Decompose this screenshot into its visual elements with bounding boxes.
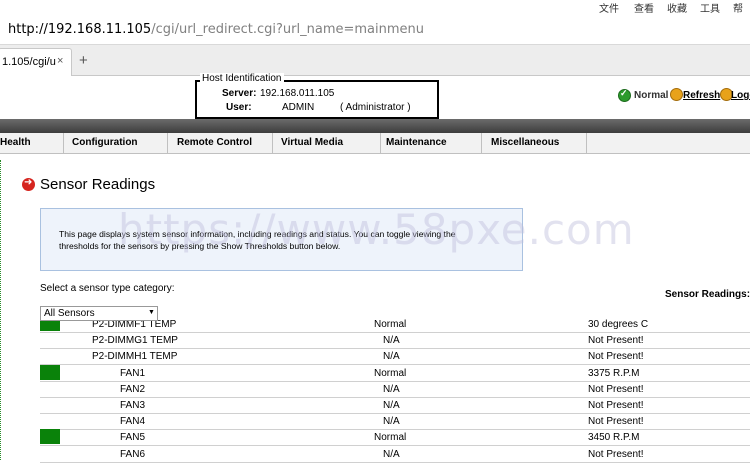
user-role: ( Administrator ) — [340, 102, 411, 113]
nav-maintenance[interactable]: Maintenance — [382, 133, 482, 153]
left-rule — [0, 160, 2, 460]
sensor-readings-count: Sensor Readings: 3 — [665, 289, 750, 300]
sensor-status: N/A — [383, 400, 400, 411]
tab-strip — [0, 45, 750, 76]
normal-status: Normal — [634, 90, 669, 101]
sensor-name: FAN1 — [120, 367, 146, 379]
sensor-reading: Not Present! — [588, 351, 644, 363]
tab-close-icon[interactable]: × — [57, 55, 63, 67]
sensor-name: FAN5 — [120, 432, 146, 444]
menu-favorites[interactable]: 收藏 — [667, 0, 687, 15]
sensor-reading: 3375 R.P.M — [588, 367, 640, 379]
menu-tools[interactable]: 工具 — [700, 0, 720, 15]
browser-tab-title[interactable]: 1.105/cgi/u — [2, 56, 56, 68]
status-ok-badge — [40, 429, 60, 445]
sensor-name: P2-DIMMH1 TEMP — [92, 351, 178, 363]
nav-virtual-media[interactable]: Virtual Media — [277, 133, 381, 153]
sensor-status: Normal — [374, 319, 407, 330]
select-label: Select a sensor type category: — [40, 283, 175, 294]
row-divider — [40, 461, 750, 463]
sensor-status: N/A — [383, 351, 400, 363]
row-divider — [40, 364, 750, 366]
sensor-name: FAN4 — [120, 416, 146, 428]
row-divider — [40, 445, 750, 447]
nav-configuration[interactable]: Configuration — [68, 133, 168, 153]
sensor-name: P2-DIMMG1 TEMP — [92, 335, 178, 347]
sensor-status: N/A — [383, 335, 400, 347]
sensor-status: N/A — [383, 448, 400, 460]
sensor-reading: Not Present! — [588, 448, 644, 460]
chevron-down-icon[interactable]: ▼ — [148, 309, 155, 316]
menu-view[interactable]: 查看 — [634, 0, 654, 15]
server-value: 192.168.011.105 — [260, 88, 335, 99]
sensor-status: N/A — [383, 416, 400, 428]
row-divider — [40, 413, 750, 414]
row-divider — [40, 396, 750, 398]
sensor-reading: 3450 R.P.M — [588, 432, 640, 444]
sensor-name: FAN6 — [120, 448, 146, 460]
refresh-icon[interactable] — [670, 88, 683, 101]
page-title: Sensor Readings — [40, 176, 156, 193]
sensor-reading: Not Present! — [588, 335, 644, 347]
nav-health[interactable]: Health — [0, 133, 64, 153]
sensor-name: FAN2 — [120, 383, 146, 395]
status-ok-icon — [618, 88, 631, 102]
status-ok-badge — [40, 364, 60, 380]
arrow-right-icon — [22, 177, 35, 191]
new-tab-button[interactable]: + — [79, 52, 88, 69]
sensor-status: Normal — [374, 432, 407, 444]
row-divider — [40, 332, 750, 333]
refresh-link[interactable]: Refresh — [683, 90, 720, 101]
logout-link[interactable]: Logo — [731, 90, 750, 101]
sensor-reading: Not Present! — [588, 400, 644, 411]
sensor-status: Normal — [374, 367, 407, 379]
row-divider — [40, 380, 750, 382]
host-legend: Host Identification — [200, 73, 284, 84]
row-divider — [40, 429, 750, 431]
nav-remote-control[interactable]: Remote Control — [173, 133, 273, 153]
sensor-reading: 30 degrees C — [588, 319, 649, 330]
nav-miscellaneous[interactable]: Miscellaneous — [487, 133, 587, 153]
sensor-status: N/A — [383, 383, 400, 395]
watermark: https://www.58pxe.com — [118, 205, 635, 254]
address-url[interactable]: http://192.168.11.105/cgi/url_redirect.c… — [8, 22, 424, 37]
header-bar — [0, 119, 750, 133]
menu-file[interactable]: 文件 — [599, 0, 619, 15]
user-value: ADMIN — [282, 102, 315, 113]
sensor-name: FAN3 — [120, 400, 146, 411]
sensor-reading: Not Present! — [588, 383, 644, 395]
user-label: User: — [226, 102, 252, 113]
host-identification — [195, 80, 439, 119]
sensor-type-select[interactable]: All Sensors — [40, 306, 158, 321]
sensor-reading: Not Present! — [588, 416, 644, 428]
row-divider — [40, 348, 750, 350]
server-label: Server: — [222, 88, 257, 99]
